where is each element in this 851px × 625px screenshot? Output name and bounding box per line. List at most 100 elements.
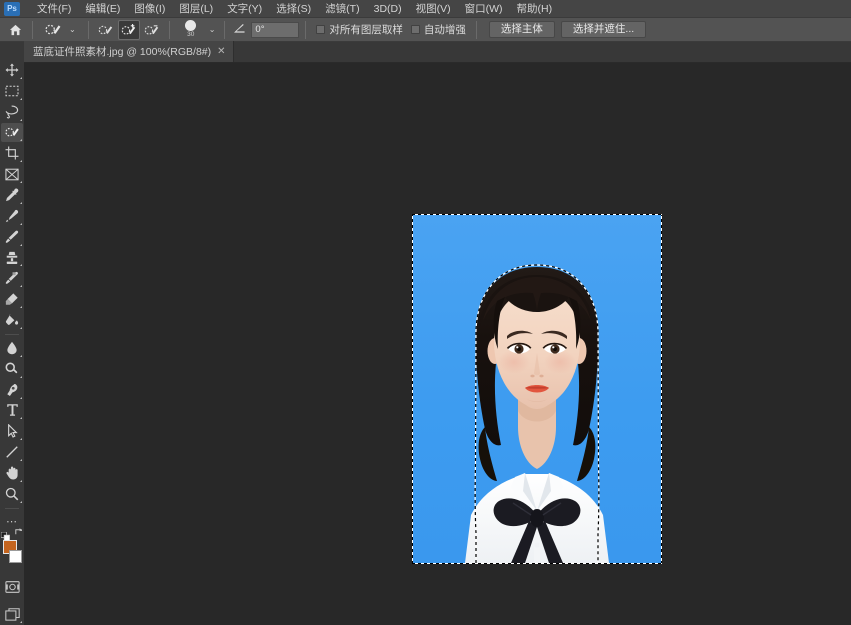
blur-drop-icon — [7, 341, 17, 355]
tool-more-corner-icon — [20, 396, 22, 399]
options-separator-4 — [224, 20, 226, 39]
hand-tool[interactable] — [1, 463, 23, 483]
menu-view[interactable]: 视图(V) — [409, 0, 458, 18]
angle-input[interactable]: 0° — [251, 21, 300, 38]
menu-3d[interactable]: 3D(D) — [367, 0, 409, 18]
tool-more-corner-icon — [20, 479, 22, 482]
menu-window[interactable]: 窗口(W) — [458, 0, 510, 18]
eraser-icon — [5, 293, 18, 305]
tool-more-corner-icon — [20, 459, 22, 462]
clone-stamp-icon — [6, 251, 18, 264]
eraser-tool[interactable] — [1, 289, 23, 309]
menu-bar: Ps 文件(F) 编辑(E) 图像(I) 图层(L) 文字(Y) 选择(S) 滤… — [0, 0, 851, 18]
options-separator-2 — [87, 20, 89, 39]
menu-edit[interactable]: 编辑(E) — [78, 0, 127, 18]
document-canvas[interactable] — [412, 214, 662, 564]
brush-chevron-down-icon[interactable]: ⌄ — [206, 25, 219, 34]
type-tool[interactable] — [1, 401, 23, 421]
menu-select[interactable]: 选择(S) — [269, 0, 318, 18]
dodge-tool[interactable] — [1, 359, 23, 379]
current-tool-icon-box — [42, 20, 64, 40]
tool-more-corner-icon — [20, 243, 22, 246]
tool-more-corner-icon — [20, 417, 22, 420]
frame-tool[interactable] — [1, 164, 23, 184]
menu-layer[interactable]: 图层(L) — [172, 0, 220, 18]
document-tab-bar: 蓝底证件照素材.jpg @ 100%(RGB/8#) ✕ — [24, 41, 851, 63]
clone-stamp-tool[interactable] — [1, 248, 23, 268]
menu-help[interactable]: 帮助(H) — [510, 0, 560, 18]
tool-preset-chevron-down-icon: ⌄ — [69, 25, 76, 34]
lasso-icon — [5, 105, 19, 119]
options-separator-3 — [168, 20, 170, 39]
screen-mode-icon — [4, 607, 20, 621]
lasso-tool[interactable] — [1, 102, 23, 122]
tool-more-corner-icon — [20, 375, 22, 378]
zoom-tool[interactable] — [1, 484, 23, 504]
select-and-mask-button[interactable]: 选择并遮住... — [560, 21, 647, 38]
subtract-from-selection-mode-button[interactable] — [141, 20, 163, 40]
default-colors-icon[interactable] — [0, 528, 10, 541]
eyedropper-tool[interactable] — [1, 185, 23, 205]
gradient-tool[interactable] — [1, 310, 23, 330]
quick-selection-tool[interactable] — [1, 122, 23, 143]
sample-all-layers-option[interactable]: 对所有图层取样 — [316, 22, 403, 37]
frame-icon — [5, 168, 19, 180]
path-selection-tool[interactable] — [1, 421, 23, 441]
tool-preset-picker[interactable]: ⌄ — [39, 19, 82, 41]
menu-image[interactable]: 图像(I) — [127, 0, 172, 18]
tools-panel: ⋯ — [0, 42, 24, 625]
menu-type[interactable]: 文字(Y) — [220, 0, 269, 18]
brush-tool[interactable] — [1, 227, 23, 247]
history-brush-tool[interactable] — [1, 268, 23, 288]
auto-enhance-checkbox[interactable] — [410, 25, 420, 34]
home-button[interactable] — [4, 19, 26, 41]
swap-colors-icon[interactable] — [14, 527, 23, 536]
screen-mode-button[interactable] — [1, 604, 23, 624]
auto-enhance-option[interactable]: 自动增强 — [410, 22, 466, 37]
line-tool[interactable] — [1, 442, 23, 462]
auto-enhance-label: 自动增强 — [423, 24, 466, 36]
rectangular-marquee-tool[interactable] — [1, 81, 23, 101]
options-bar: ⌄ 30 ⌄ 0° 对所有图层取样 自动增强 选择主体 选择并遮住... — [0, 18, 851, 42]
quick-selection-new-icon — [98, 25, 112, 34]
select-subject-button[interactable]: 选择主体 — [488, 21, 555, 38]
pen-tool[interactable] — [1, 380, 23, 400]
add-to-selection-mode-button[interactable] — [117, 19, 140, 40]
spot-healing-brush-tool[interactable] — [1, 206, 23, 226]
crop-tool[interactable] — [1, 143, 23, 163]
hand-icon — [6, 466, 18, 480]
color-swatches — [0, 527, 24, 570]
marquee-icon — [5, 85, 19, 96]
path-arrow-icon — [7, 424, 18, 438]
background-color-swatch[interactable] — [9, 549, 22, 563]
brush-size-value: 30 — [187, 30, 195, 38]
document-tab[interactable]: 蓝底证件照素材.jpg @ 100%(RGB/8#) ✕ — [24, 41, 234, 62]
blur-tool[interactable] — [1, 338, 23, 358]
close-icon[interactable]: ✕ — [217, 46, 225, 57]
tool-more-corner-icon — [20, 500, 22, 503]
sample-all-layers-checkbox[interactable] — [316, 25, 326, 34]
canvas-area[interactable] — [24, 63, 851, 625]
menu-filter[interactable]: 滤镜(T) — [318, 0, 366, 18]
quick-selection-add-icon — [121, 23, 135, 35]
brush-size-picker[interactable]: 30 — [176, 19, 206, 41]
pen-icon — [7, 383, 18, 396]
angle-icon — [234, 23, 245, 33]
tool-more-corner-icon — [20, 326, 22, 329]
type-T-icon — [6, 404, 18, 417]
quick-mask-button[interactable] — [1, 577, 23, 597]
swap-colors-glyph-icon — [15, 527, 22, 534]
quick-selection-tool-icon — [44, 24, 60, 35]
move-tool[interactable] — [1, 60, 23, 80]
new-selection-mode-button[interactable] — [95, 20, 117, 40]
quick-mask-icon — [4, 581, 20, 594]
tool-more-corner-icon — [20, 306, 22, 309]
toolbar-separator-1 — [5, 333, 19, 335]
menu-file[interactable]: 文件(F) — [30, 0, 78, 18]
tool-more-corner-icon — [20, 76, 22, 79]
tool-more-corner-icon — [20, 118, 22, 121]
tool-more-corner-icon — [20, 264, 22, 267]
brush-preview-icon — [185, 19, 197, 31]
document-tab-title: 蓝底证件照素材.jpg @ 100%(RGB/8#) — [33, 46, 212, 58]
healing-brush-icon — [5, 209, 19, 222]
